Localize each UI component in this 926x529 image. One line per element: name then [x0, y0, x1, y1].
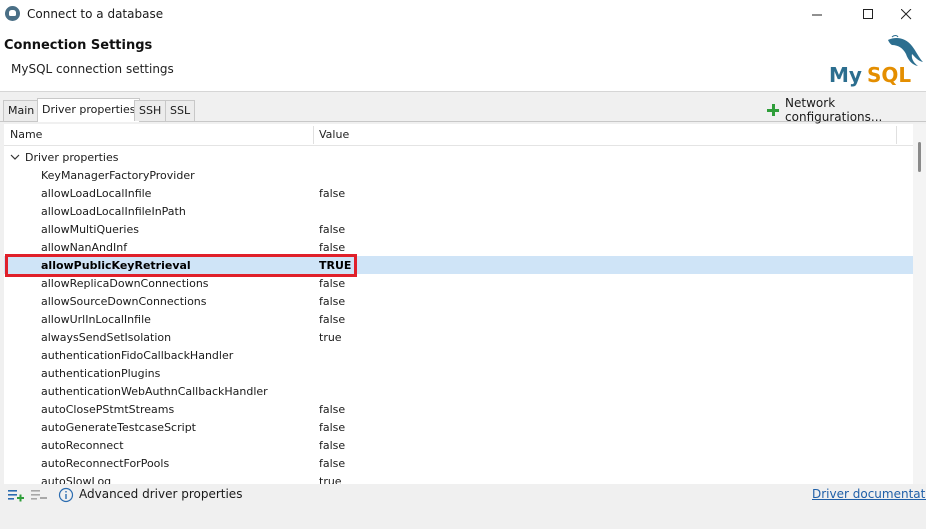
maximize-icon [862, 8, 873, 19]
property-name: allowReplicaDownConnections [41, 277, 209, 290]
table-row[interactable]: allowUrlInLocalInfile false [4, 310, 914, 328]
group-label: Driver properties [25, 151, 119, 164]
property-name: allowMultiQueries [41, 223, 139, 236]
property-value[interactable]: false [319, 295, 345, 308]
property-name: autoReconnect [41, 439, 124, 452]
vertical-scrollbar[interactable] [913, 124, 926, 484]
property-name: alwaysSendSetIsolation [41, 331, 172, 344]
property-value[interactable]: false [319, 223, 345, 236]
table-row[interactable]: autoGenerateTestcaseScript false [4, 418, 914, 436]
table-row[interactable]: allowMultiQueries false [4, 220, 914, 238]
dbeaver-app-icon [5, 6, 20, 21]
table-row-selected[interactable]: allowPublicKeyRetrieval TRUE [4, 256, 914, 274]
table-row[interactable]: autoClosePStmtStreams false [4, 400, 914, 418]
driver-properties-table: Name Value Driver properties KeyManagerF… [4, 124, 926, 484]
chevron-down-icon[interactable] [10, 152, 20, 162]
tree-group-driver-properties[interactable]: Driver properties [4, 148, 914, 166]
property-name: autoSlowLog [41, 475, 112, 484]
tab-bar: Main Driver properties SSH SSL Network c… [0, 96, 926, 124]
minimize-button[interactable] [794, 0, 840, 28]
table-row[interactable]: alwaysSendSetIsolation true [4, 328, 914, 346]
add-property-icon[interactable] [8, 487, 24, 503]
property-name: authenticationWebAuthnCallbackHandler [41, 385, 268, 398]
property-name: authenticationPlugins [41, 367, 161, 380]
table-row[interactable]: authenticationWebAuthnCallbackHandler [4, 382, 914, 400]
page-subtitle: MySQL connection settings [11, 62, 174, 76]
property-name: autoGenerateTestcaseScript [41, 421, 196, 434]
close-button[interactable] [886, 0, 926, 28]
property-value[interactable]: true [319, 331, 342, 344]
table-row[interactable]: allowLoadLocalInfileInPath [4, 202, 914, 220]
table-row[interactable]: allowLoadLocalInfile false [4, 184, 914, 202]
property-value[interactable]: false [319, 277, 345, 290]
tab-ssh[interactable]: SSH [134, 100, 167, 121]
network-configurations-label: Network configurations... [785, 96, 883, 124]
info-icon [58, 487, 74, 503]
property-value[interactable]: false [319, 457, 345, 470]
property-name: autoReconnectForPools [41, 457, 170, 470]
table-row[interactable]: allowReplicaDownConnections false [4, 274, 914, 292]
property-name: autoClosePStmtStreams [41, 403, 175, 416]
table-row[interactable]: autoReconnect false [4, 436, 914, 454]
table-row[interactable]: allowNanAndInf false [4, 238, 914, 256]
table-row[interactable]: allowSourceDownConnections false [4, 292, 914, 310]
tab-driver-properties[interactable]: Driver properties [37, 98, 141, 122]
table-row[interactable]: KeyManagerFactoryProvider [4, 166, 914, 184]
column-header-name[interactable]: Name [10, 128, 42, 141]
column-header-value[interactable]: Value [319, 128, 349, 141]
window-title: Connect to a database [27, 7, 164, 21]
minimize-icon [811, 14, 822, 15]
property-value[interactable]: false [319, 439, 345, 452]
connection-settings-header: Connection Settings MySQL connection set… [0, 28, 926, 92]
svg-text:My: My [829, 63, 862, 87]
window-titlebar: Connect to a database [0, 0, 926, 28]
tab-ssl[interactable]: SSL [165, 100, 196, 121]
table-row[interactable]: authenticationFidoCallbackHandler [4, 346, 914, 364]
advanced-driver-properties-label: Advanced driver properties [79, 487, 243, 501]
column-separator[interactable] [313, 126, 314, 144]
property-value[interactable]: false [319, 313, 345, 326]
property-name: allowPublicKeyRetrieval [41, 259, 191, 272]
property-name: allowUrlInLocalInfile [41, 313, 151, 326]
property-value[interactable]: false [319, 187, 345, 200]
column-separator[interactable] [896, 126, 897, 144]
close-icon [900, 8, 911, 19]
property-value[interactable]: false [319, 403, 345, 416]
property-value[interactable]: true [319, 475, 342, 484]
property-name: allowLoadLocalInfile [41, 187, 152, 200]
tab-main[interactable]: Main [3, 100, 40, 121]
property-name: authenticationFidoCallbackHandler [41, 349, 234, 362]
property-name: KeyManagerFactoryProvider [41, 169, 195, 182]
property-value[interactable]: TRUE [319, 259, 351, 272]
add-icon [766, 103, 780, 117]
table-row[interactable]: autoReconnectForPools false [4, 454, 914, 472]
remove-property-icon[interactable] [31, 487, 47, 503]
mysql-logo: My SQL [829, 35, 923, 87]
property-name: allowLoadLocalInfileInPath [41, 205, 186, 218]
maximize-button[interactable] [845, 0, 891, 28]
driver-documentation-link[interactable]: Driver documentation [812, 487, 926, 501]
property-value[interactable]: false [319, 421, 345, 434]
property-name: allowNanAndInf [41, 241, 128, 254]
table-row[interactable]: authenticationPlugins [4, 364, 914, 382]
network-configurations-button[interactable]: Network configurations... [766, 96, 926, 124]
svg-text:SQL: SQL [867, 63, 911, 87]
table-footer-toolbar: Advanced driver properties Driver docume… [0, 484, 926, 506]
table-header: Name Value [4, 124, 914, 146]
property-value[interactable]: false [319, 241, 345, 254]
table-row[interactable]: autoSlowLog true [4, 472, 914, 484]
property-name: allowSourceDownConnections [41, 295, 207, 308]
page-title: Connection Settings [4, 38, 153, 53]
scrollbar-thumb[interactable] [918, 142, 921, 172]
